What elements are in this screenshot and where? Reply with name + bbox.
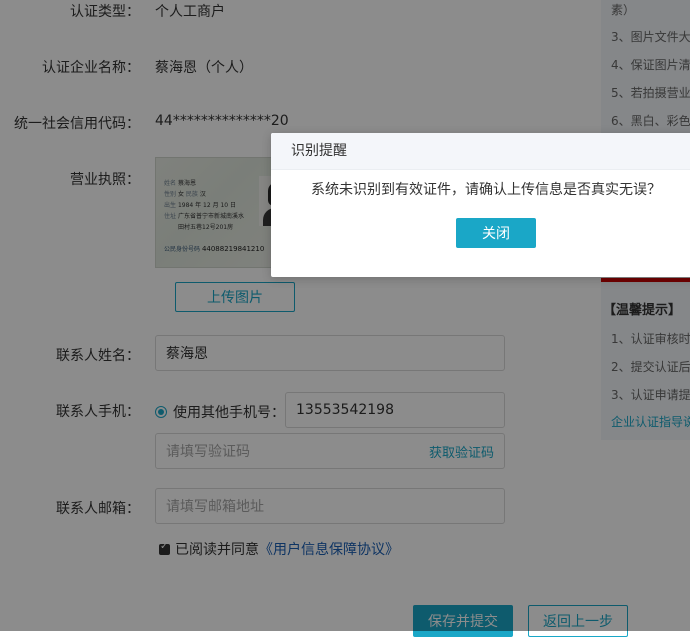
recognition-alert-dialog: 识别提醒 系统未识别到有效证件，请确认上传信息是否真实无误？ 关闭 xyxy=(271,133,690,277)
dialog-title: 识别提醒 xyxy=(291,143,347,159)
dialog-header: 识别提醒 xyxy=(271,133,690,170)
close-button[interactable]: 关闭 xyxy=(456,218,536,248)
dialog-message: 系统未识别到有效证件，请确认上传信息是否真实无误？ xyxy=(311,182,661,198)
close-label: 关闭 xyxy=(482,226,510,242)
modal-overlay[interactable] xyxy=(0,0,690,631)
